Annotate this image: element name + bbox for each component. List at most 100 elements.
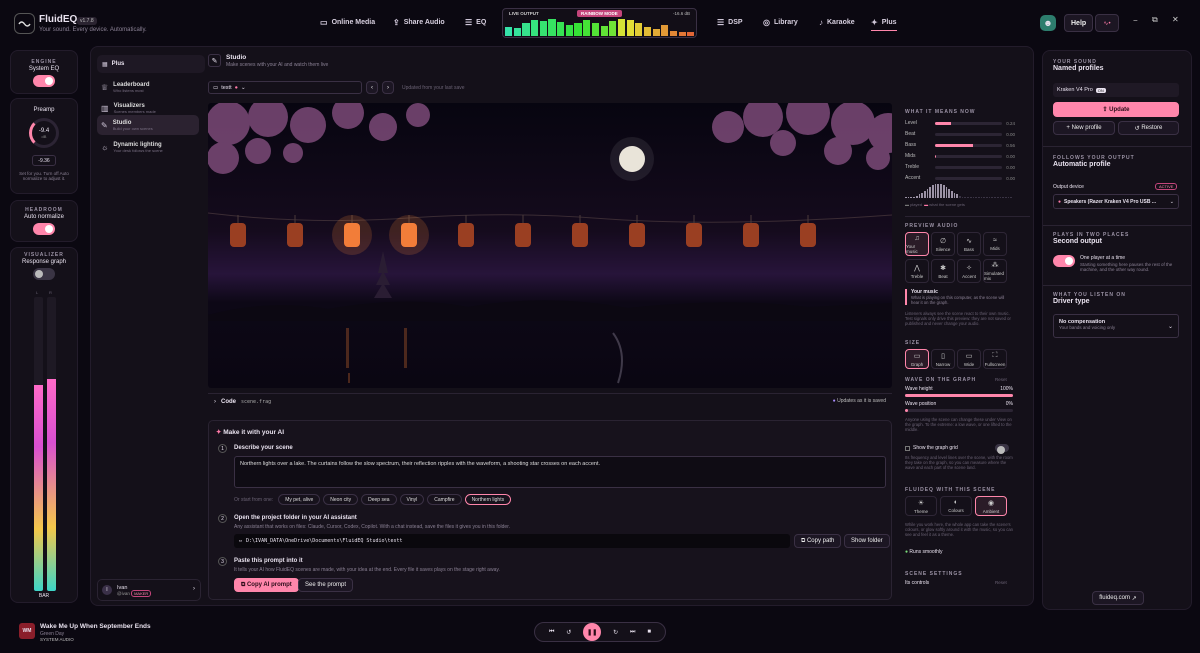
preview-simulated-mix[interactable]: ⁂ Simulated mix	[983, 259, 1007, 283]
fluid-ambient[interactable]: ◉ Ambient	[975, 496, 1007, 516]
lantern	[629, 223, 645, 247]
rewind-10-icon[interactable]: ↺	[566, 629, 571, 636]
meter-label: Level	[905, 120, 917, 126]
chip-campfire[interactable]: Campfire	[427, 494, 462, 505]
next-button[interactable]: ›	[382, 81, 394, 94]
auto-normalize-toggle[interactable]	[33, 223, 55, 235]
music-icon: ♫	[914, 234, 920, 242]
size-graph[interactable]: ▭ Graph	[905, 349, 929, 369]
copy-ai-prompt-button[interactable]: ⧉ Copy AI prompt	[234, 578, 299, 592]
headroom-card: HEADROOM Auto normalize	[10, 200, 78, 242]
graph-grid-toggle[interactable]	[995, 444, 1009, 454]
wave-reset-button[interactable]: Reset	[995, 377, 1007, 382]
meter-row-beat: Beat 0.00	[905, 129, 1015, 139]
nav-share-audio[interactable]: ⇪ Share Audio	[393, 18, 445, 27]
show-folder-button[interactable]: Show folder	[844, 534, 890, 548]
preview-bass[interactable]: ∿ Bass	[957, 232, 981, 256]
preview-mids[interactable]: ≈ Mids	[983, 232, 1007, 256]
size-wide[interactable]: ▭ Wide	[957, 349, 981, 369]
driver-type-select[interactable]: No compensation Your bands and voicing o…	[1053, 314, 1179, 338]
new-profile-button[interactable]: + New profile	[1053, 121, 1115, 135]
wave-height-slider[interactable]	[905, 394, 1013, 397]
restore-button[interactable]: ↺ Restore	[1118, 121, 1179, 135]
chip-vinyl[interactable]: Vinyl	[399, 494, 425, 505]
output-device-select[interactable]: ● Speakers (Razer Kraken V4 Pro USB ... ⌄	[1053, 194, 1179, 209]
controls-reset-button[interactable]: Reset	[995, 580, 1007, 585]
album-art[interactable]: WM	[19, 623, 35, 639]
preview-your-music[interactable]: ♫ Your music	[905, 232, 929, 256]
preview-beat[interactable]: ✱ Beat	[931, 259, 955, 283]
nav-library[interactable]: ◎ Library	[763, 18, 798, 27]
meter-left	[34, 297, 43, 591]
size-fullscreen[interactable]: ⛶ Fullscreen	[983, 349, 1007, 369]
sidebar-item-studio[interactable]: ✎ Studio Build your own scenes	[97, 115, 199, 135]
nav-dsp[interactable]: ☰ DSP	[717, 18, 743, 27]
live-output-meter[interactable]: LIVE OUTPUT RAINBOW MODE -16.6 dB	[502, 8, 697, 38]
update-button[interactable]: ⇪ Update	[1053, 102, 1179, 117]
sliders-icon: ☰	[717, 18, 725, 27]
sidebar-item-leaderboard[interactable]: ♕ Leaderboard Who listens most	[97, 77, 199, 97]
minimize-icon[interactable]: −	[1133, 16, 1138, 25]
chip-pet[interactable]: My pet, alive	[278, 494, 321, 505]
wave-position-slider[interactable]	[905, 409, 1013, 412]
lantern	[287, 223, 303, 247]
skip-previous-icon[interactable]: ⏮	[549, 629, 554, 636]
grid-checkbox[interactable]	[905, 445, 910, 451]
legend-scene-swatch: ▬	[924, 202, 929, 207]
maximize-icon[interactable]: ⧉	[1152, 15, 1158, 25]
preview-silence[interactable]: ∅ Silence	[931, 232, 955, 256]
chip-northern-lights[interactable]: Northern lights	[464, 494, 512, 505]
nav-plus[interactable]: ✦ Plus	[871, 18, 897, 31]
lantern	[800, 223, 816, 247]
fluid-theme[interactable]: ☀ Theme	[905, 496, 937, 516]
preamp-value[interactable]: -9.36	[32, 155, 56, 166]
scene-description-input[interactable]: Northern lights over a lake. The curtain…	[234, 456, 886, 488]
sidebar-item-dynamic-lighting[interactable]: ☼ Dynamic lighting Your desk follows the s…	[97, 137, 199, 157]
lantern	[230, 223, 246, 247]
transport-controls: ⏮ ↺ ❚❚ ↻ ⏭ ■	[534, 622, 666, 642]
preview-treble[interactable]: ⋀ Treble	[905, 259, 929, 283]
scene-preview[interactable]	[208, 103, 892, 388]
live-spectrum-bar	[557, 21, 565, 36]
maker-badge: MAKER	[131, 589, 152, 597]
bars-icon: ▥	[101, 103, 109, 113]
bulb-icon: ☼	[101, 142, 109, 152]
size-narrow[interactable]: ▯ Narrow	[931, 349, 955, 369]
nav-karaoke[interactable]: ♪ Karaoke	[819, 18, 855, 27]
fluid-colours[interactable]: ◐ Colours	[940, 496, 972, 516]
website-link[interactable]: fluideq.com ↗	[1092, 591, 1144, 605]
profile-item[interactable]: Kraken V4 Pro ON	[1053, 83, 1179, 97]
response-graph-toggle[interactable]	[33, 268, 55, 280]
nav-online-media[interactable]: ▭ Online Media	[320, 18, 375, 27]
pause-button[interactable]: ❚❚	[583, 623, 602, 641]
chip-deep-sea[interactable]: Deep sea	[361, 494, 397, 505]
mascot-icon[interactable]: ☻	[1040, 15, 1056, 31]
nav-eq[interactable]: ☰ EQ	[465, 18, 486, 27]
prev-button[interactable]: ‹	[366, 81, 378, 94]
help-button[interactable]: Help	[1064, 14, 1094, 32]
live-spectrum-bar	[609, 20, 617, 36]
chevron-right-icon: ›	[214, 399, 216, 405]
chip-neon-city[interactable]: Neon city	[323, 494, 359, 505]
copy-path-button[interactable]: ⧉ Copy path	[794, 534, 842, 548]
close-icon[interactable]: ✕	[1172, 15, 1179, 24]
preview-accent[interactable]: ✧ Accent	[957, 259, 981, 283]
engine-card: ENGINE System EQ	[10, 50, 78, 94]
meter-row-level: Level 0.24	[905, 118, 1015, 128]
second-output-toggle[interactable]	[1053, 255, 1075, 267]
file-select[interactable]: ▭ testt ● ⌄	[208, 81, 362, 94]
forward-10-icon[interactable]: ↻	[613, 629, 618, 636]
see-prompt-button[interactable]: See the prompt	[298, 578, 354, 592]
page-title: Studio	[226, 54, 247, 61]
system-eq-toggle[interactable]	[33, 75, 55, 87]
avatar: I	[102, 585, 112, 595]
activity-button[interactable]: ∿•	[1095, 14, 1119, 32]
ok-dot-icon: ●	[905, 549, 909, 555]
user-card[interactable]: I Ivan @ivan MAKER ›	[97, 579, 201, 601]
skip-next-icon[interactable]: ⏭	[630, 629, 635, 636]
preamp-knob[interactable]: -9.4 dB	[29, 118, 59, 148]
code-bar[interactable]: › Code scene.frag ● Updates as it is sav…	[208, 393, 892, 410]
stop-icon[interactable]: ■	[647, 629, 651, 635]
meter-label: Beat	[905, 131, 916, 137]
palette-icon: ◐	[953, 499, 959, 506]
